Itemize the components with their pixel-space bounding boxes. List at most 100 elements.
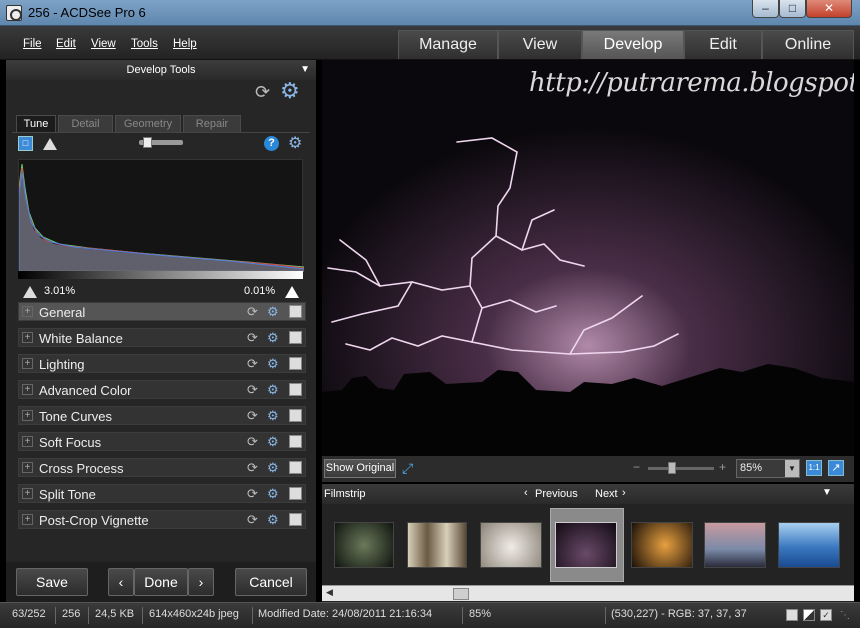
thumb-sea[interactable]	[778, 522, 840, 568]
mode-tab-manage[interactable]: Manage	[398, 30, 498, 59]
cancel-button[interactable]: Cancel	[235, 568, 307, 596]
reset-icon[interactable]: ⟳	[247, 304, 258, 320]
scroll-left-icon[interactable]: ◀	[326, 587, 333, 598]
group-checkbox[interactable]	[289, 409, 302, 422]
expand-icon[interactable]: +	[22, 306, 33, 317]
show-original-button[interactable]: Show Original	[324, 459, 396, 478]
filmstrip-scrollbar[interactable]: ◀	[322, 585, 854, 601]
group-cross-process[interactable]: + Cross Process ⟳ ⚙	[18, 458, 306, 477]
fit-window-icon[interactable]: ↗	[828, 460, 844, 476]
reset-icon[interactable]: ⟳	[247, 460, 258, 476]
reset-icon[interactable]: ⟳	[247, 356, 258, 372]
help-icon[interactable]: ?	[264, 136, 279, 151]
zoom-out-button[interactable]: −	[633, 460, 640, 474]
group-lighting[interactable]: + Lighting ⟳ ⚙	[18, 354, 306, 373]
next-button[interactable]: ›	[188, 568, 214, 596]
group-general[interactable]: + General ⟳ ⚙	[18, 302, 306, 321]
tab-detail[interactable]: Detail	[58, 115, 113, 133]
group-checkbox[interactable]	[289, 331, 302, 344]
thumb-wolf[interactable]	[480, 522, 542, 568]
filmstrip-next[interactable]: Next	[595, 488, 618, 500]
gear-icon[interactable]: ⚙	[267, 512, 279, 528]
compare-mode-icon[interactable]	[803, 609, 815, 621]
chevron-down-icon[interactable]: ▼	[785, 460, 799, 477]
gear-icon[interactable]: ⚙	[267, 330, 279, 346]
filmstrip-menu-icon[interactable]: ▼	[822, 487, 832, 498]
expand-icon[interactable]: +	[22, 410, 33, 421]
view-mode-icon[interactable]	[786, 609, 798, 621]
shadow-clip-warning-icon[interactable]	[23, 286, 37, 298]
thumb-figure[interactable]	[631, 522, 693, 568]
gear-icon[interactable]: ⚙	[267, 382, 279, 398]
previous-button[interactable]: ‹	[108, 568, 134, 596]
reset-icon[interactable]: ⟳	[247, 434, 258, 450]
group-split-tone[interactable]: + Split Tone ⟳ ⚙	[18, 484, 306, 503]
mode-tab-edit[interactable]: Edit	[684, 30, 762, 59]
chevron-right-icon[interactable]: ›	[622, 487, 626, 499]
expand-icon[interactable]: +	[22, 462, 33, 473]
gear-icon[interactable]: ⚙	[267, 408, 279, 424]
resize-grip-icon[interactable]: ⋱	[840, 610, 850, 621]
expand-icon[interactable]: +	[22, 488, 33, 499]
expand-arrows-icon[interactable]: ⤢	[402, 460, 413, 477]
mode-tab-develop[interactable]: Develop	[582, 30, 684, 59]
zoom-slider-thumb[interactable]	[668, 462, 676, 474]
group-checkbox[interactable]	[289, 513, 302, 526]
done-button[interactable]: Done	[134, 568, 188, 596]
reset-icon[interactable]: ⟳	[247, 382, 258, 398]
thumb-sunset[interactable]	[704, 522, 766, 568]
filmstrip-previous[interactable]: Previous	[535, 488, 578, 500]
actual-size-button[interactable]: 1:1	[806, 460, 822, 476]
slider-thumb[interactable]	[143, 137, 152, 148]
image-viewer[interactable]: http://putrarema.blogspot.com	[322, 60, 854, 456]
group-checkbox[interactable]	[289, 461, 302, 474]
zoom-in-button[interactable]: +	[719, 460, 726, 474]
warning-icon[interactable]	[43, 138, 57, 150]
thumb-wolves[interactable]	[407, 522, 467, 568]
reset-all-icon[interactable]: ⟳	[255, 82, 270, 103]
scrollbar-thumb[interactable]	[453, 588, 469, 600]
settings-gear-icon[interactable]: ⚙	[280, 78, 300, 104]
group-soft-focus[interactable]: + Soft Focus ⟳ ⚙	[18, 432, 306, 451]
group-post-crop-vignette[interactable]: + Post-Crop Vignette ⟳ ⚙	[18, 510, 306, 529]
histogram-icon[interactable]: □	[18, 136, 33, 151]
group-checkbox[interactable]	[289, 383, 302, 396]
menu-edit[interactable]: Edit	[56, 38, 76, 50]
check-mode-icon[interactable]: ✓	[820, 609, 832, 621]
gear-icon[interactable]: ⚙	[267, 356, 279, 372]
gear-icon[interactable]: ⚙	[267, 460, 279, 476]
expand-icon[interactable]: +	[22, 384, 33, 395]
highlight-clip-warning-icon[interactable]	[285, 286, 299, 298]
tab-repair[interactable]: Repair	[183, 115, 241, 133]
close-button[interactable]: ✕	[806, 0, 852, 18]
zoom-select[interactable]: 85% ▼	[736, 459, 800, 478]
maximize-button[interactable]: □	[779, 0, 806, 18]
gear-icon[interactable]: ⚙	[267, 486, 279, 502]
group-tone-curves[interactable]: + Tone Curves ⟳ ⚙	[18, 406, 306, 425]
reset-icon[interactable]: ⟳	[247, 512, 258, 528]
gear-icon[interactable]: ⚙	[267, 304, 279, 320]
reset-icon[interactable]: ⟳	[247, 408, 258, 424]
expand-icon[interactable]: +	[22, 358, 33, 369]
menu-view[interactable]: View	[91, 38, 116, 50]
group-checkbox[interactable]	[289, 487, 302, 500]
thumb-dragon[interactable]	[334, 522, 394, 568]
thumb-lightning[interactable]	[555, 522, 617, 568]
group-checkbox[interactable]	[289, 305, 302, 318]
menu-tools[interactable]: Tools	[131, 38, 158, 50]
mode-tab-online[interactable]: Online	[762, 30, 854, 59]
group-advanced-color[interactable]: + Advanced Color ⟳ ⚙	[18, 380, 306, 399]
reset-icon[interactable]: ⟳	[247, 330, 258, 346]
tab-tune[interactable]: Tune	[16, 115, 56, 133]
mode-tab-view[interactable]: View	[498, 30, 582, 59]
histogram-settings-gear-icon[interactable]: ⚙	[288, 133, 302, 153]
expand-icon[interactable]: +	[22, 436, 33, 447]
tab-geometry[interactable]: Geometry	[115, 115, 181, 133]
minimize-button[interactable]: –	[752, 0, 779, 18]
chevron-left-icon[interactable]: ‹	[524, 487, 528, 499]
group-white-balance[interactable]: + White Balance ⟳ ⚙	[18, 328, 306, 347]
group-checkbox[interactable]	[289, 435, 302, 448]
menu-help[interactable]: Help	[173, 38, 197, 50]
gear-icon[interactable]: ⚙	[267, 434, 279, 450]
expand-icon[interactable]: +	[22, 332, 33, 343]
